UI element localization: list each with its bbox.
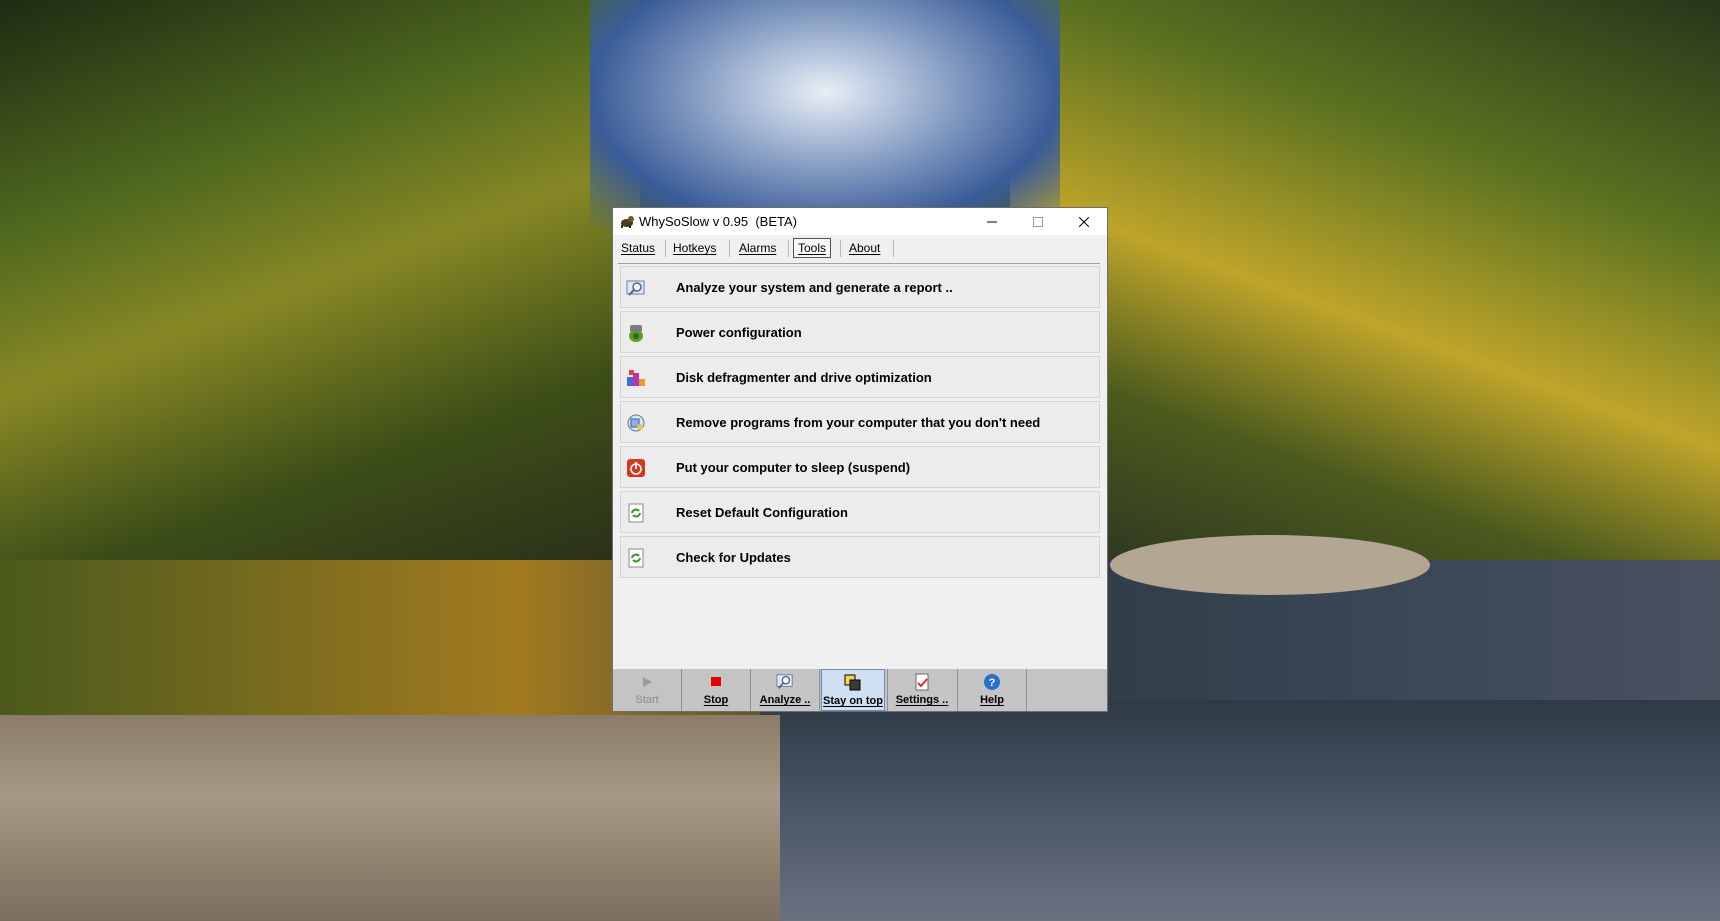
tool-check-for-updates[interactable]: Check for Updates [620,536,1100,578]
maximize-button[interactable] [1015,208,1061,235]
tool-remove-programs[interactable]: Remove programs from your computer that … [620,401,1100,443]
start-button[interactable]: Start [613,669,681,711]
tool-label: Put your computer to sleep (suspend) [676,460,911,475]
magnifier-report-icon [776,673,794,691]
tool-label: Power configuration [676,325,802,340]
refresh-icon [626,548,646,568]
menu-status[interactable]: Status [617,238,659,258]
menu-alarms[interactable]: Alarms [735,238,780,258]
menu-hotkeys[interactable]: Hotkeys [669,238,720,258]
defrag-icon [626,368,646,388]
analyze-button[interactable]: Analyze .. [751,669,819,711]
bottom-toolbar: Start Stop Analyze .. Stay on top Settin… [613,669,1107,711]
play-icon [638,673,656,691]
settings-checklist-icon [913,673,931,691]
stop-icon [707,673,725,691]
tool-label: Disk defragmenter and drive optimization [676,370,932,385]
tools-list: Analyze your system and generate a repor… [618,263,1100,664]
menu-bar: Status Hotkeys Alarms Tools About [613,235,1107,261]
help-button[interactable]: ? Help [958,669,1026,711]
tool-reset-default-configuration[interactable]: Reset Default Configuration [620,491,1100,533]
stay-on-top-icon [844,674,862,692]
tool-analyze-report[interactable]: Analyze your system and generate a repor… [620,266,1100,308]
refresh-icon [626,503,646,523]
tool-label: Check for Updates [676,550,791,565]
tool-disk-defragmenter[interactable]: Disk defragmenter and drive optimization [620,356,1100,398]
close-button[interactable] [1061,208,1107,235]
power-off-icon [626,458,646,478]
tool-power-configuration[interactable]: Power configuration [620,311,1100,353]
power-plug-icon [626,323,646,343]
tool-sleep[interactable]: Put your computer to sleep (suspend) [620,446,1100,488]
app-logo-icon [619,214,635,228]
tool-label: Remove programs from your computer that … [676,415,1041,430]
help-icon: ? [983,673,1001,691]
stop-button[interactable]: Stop [682,669,750,711]
title-bar[interactable]: WhySoSlow v 0.95 (BETA) [613,208,1107,235]
uninstall-programs-icon [626,413,646,433]
app-window: WhySoSlow v 0.95 (BETA) Status Hotkeys A… [612,207,1108,712]
settings-button[interactable]: Settings .. [888,669,956,711]
tool-label: Reset Default Configuration [676,505,848,520]
menu-about[interactable]: About [845,238,884,258]
minimize-button[interactable] [969,208,1015,235]
stay-on-top-button[interactable]: Stay on top [821,669,885,711]
magnifier-report-icon [626,278,646,298]
svg-text:?: ? [989,677,996,689]
tool-label: Analyze your system and generate a repor… [676,280,953,295]
menu-tools[interactable]: Tools [793,238,832,258]
window-title: WhySoSlow v 0.95 (BETA) [639,214,797,229]
